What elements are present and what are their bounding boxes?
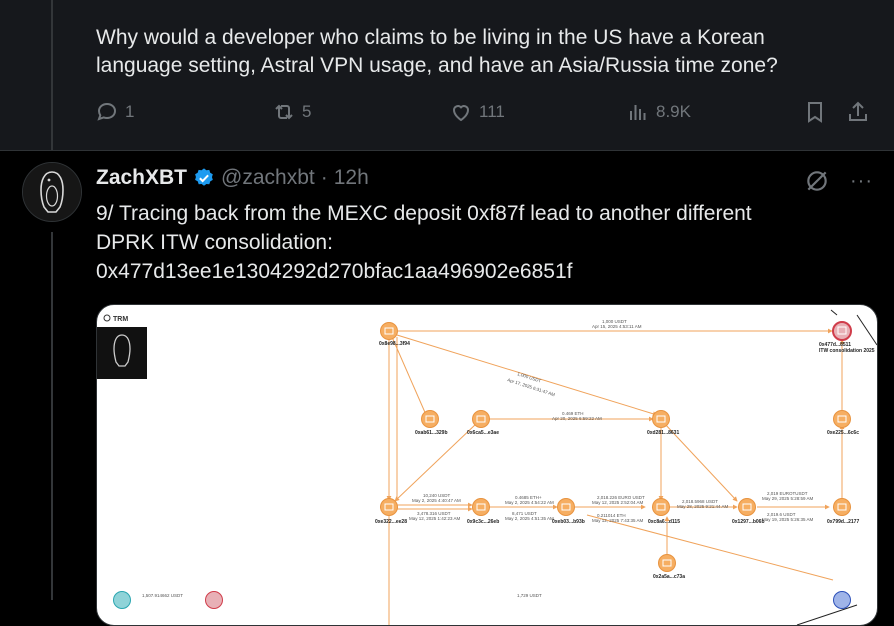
svg-text:Apr 15, 2025 4:53:11 AM: Apr 15, 2025 4:53:11 AM bbox=[592, 324, 642, 329]
trm-graph: TRM 1,000 USDT Apr 15, 2025 4:53:11 AM 1… bbox=[97, 309, 877, 625]
share-button[interactable] bbox=[846, 100, 870, 124]
tweet-timestamp[interactable]: 12h bbox=[334, 166, 369, 190]
previous-tweet-text: Why would a developer who claims to be l… bbox=[96, 26, 778, 77]
svg-text:0x6ca5...e3ae: 0x6ca5...e3ae bbox=[467, 430, 499, 436]
trm-brand: TRM bbox=[113, 316, 128, 323]
author-name[interactable]: ZachXBT bbox=[96, 166, 187, 190]
reply-count: 1 bbox=[125, 102, 135, 121]
external-edges bbox=[796, 309, 877, 625]
svg-text:ITW consolidation 2025: ITW consolidation 2025 bbox=[819, 348, 875, 354]
author-handle[interactable]: @zachxbt bbox=[221, 166, 315, 190]
repost-icon bbox=[275, 104, 293, 120]
svg-text:May 2, 2025 4:40:47 AM: May 2, 2025 4:40:47 AM bbox=[412, 498, 461, 503]
tweet-header: ZachXBT @zachxbt · 12h bbox=[96, 166, 369, 190]
svg-text:0x1297...b06b: 0x1297...b06b bbox=[732, 519, 765, 525]
tweet-top-actions: ··· bbox=[804, 168, 873, 194]
svg-text:0x8e98...3f94: 0x8e98...3f94 bbox=[379, 341, 410, 347]
svg-text:0xe225...6c6c: 0xe225...6c6c bbox=[827, 430, 859, 436]
tweet-text: 9/ Tracing back from the MEXC deposit 0x… bbox=[96, 199, 876, 286]
tweet-line-3[interactable]: 0x477d13ee1e1304292d270bfac1aa496902e685… bbox=[96, 257, 876, 286]
like-count: 111 bbox=[479, 102, 505, 121]
avatar-penguin-icon bbox=[23, 163, 81, 221]
svg-text:0x2a5a...c73a: 0x2a5a...c73a bbox=[653, 574, 685, 580]
graph-node-itw: 0x477d...8511 ITW consolidation 2025 bbox=[819, 321, 875, 354]
graph-node: 0x1297...b06b bbox=[732, 498, 765, 525]
view-count: 8.9K bbox=[656, 102, 691, 121]
graph-node-blue bbox=[833, 591, 851, 609]
repost-count: 5 bbox=[302, 102, 312, 121]
svg-text:May 19, 2025 5:26:35 AM: May 19, 2025 5:26:35 AM bbox=[762, 517, 814, 522]
graph-node-teal bbox=[113, 591, 131, 609]
like-button[interactable]: 111 bbox=[449, 100, 505, 124]
svg-text:1,507.914662 USDT: 1,507.914662 USDT bbox=[142, 593, 183, 598]
svg-text:0xc8a6...d115: 0xc8a6...d115 bbox=[648, 519, 680, 525]
repost-button[interactable]: 5 bbox=[272, 100, 311, 124]
svg-text:May 2, 2025 4:51:35 AM: May 2, 2025 4:51:35 AM bbox=[505, 516, 554, 521]
svg-text:May 12, 2025 2:52:04 AM: May 12, 2025 2:52:04 AM bbox=[592, 500, 644, 505]
svg-text:0xe322...ee28: 0xe322...ee28 bbox=[375, 519, 407, 525]
tweet-line-2: DPRK ITW consolidation: bbox=[96, 231, 333, 254]
heart-icon bbox=[452, 105, 470, 122]
graph-node: 0xe322...ee28 bbox=[375, 498, 407, 525]
edge bbox=[586, 514, 834, 581]
svg-text:0xab61...329b: 0xab61...329b bbox=[415, 430, 448, 436]
reply-icon bbox=[97, 102, 117, 121]
svg-text:0xeb03...b93b: 0xeb03...b93b bbox=[552, 519, 585, 525]
edge-labels: 1,000 USDT Apr 15, 2025 4:53:11 AM 1,000… bbox=[142, 319, 814, 598]
separator-dot: · bbox=[320, 166, 328, 189]
graph-node: 0xc8a6...d115 bbox=[648, 498, 680, 525]
graph-node: 0xe225...6c6c bbox=[827, 410, 859, 436]
graph-node: 0x6ca5...e3ae bbox=[467, 410, 499, 436]
grok-icon[interactable] bbox=[804, 168, 830, 194]
analytics-icon bbox=[630, 105, 646, 120]
bookmark-icon bbox=[808, 102, 822, 123]
tweet-media-image[interactable]: TRM 1,000 USDT Apr 15, 2025 4:53:11 AM 1… bbox=[96, 304, 878, 626]
embedded-penguin-avatar bbox=[97, 327, 147, 379]
svg-text:May 2, 2025 4:54:22 AM: May 2, 2025 4:54:22 AM bbox=[505, 500, 554, 505]
svg-text:May 12, 2025 7:43:35 AM: May 12, 2025 7:43:35 AM bbox=[592, 518, 644, 523]
graph-node: 0xd281...8631 bbox=[647, 410, 679, 436]
previous-tweet-actions: 1 5 111 8.9K bbox=[0, 100, 894, 130]
svg-text:May 29, 2025 5:28:59 AM: May 29, 2025 5:28:59 AM bbox=[762, 496, 814, 501]
svg-text:0xd281...8631: 0xd281...8631 bbox=[647, 430, 679, 436]
svg-text:0x9c3c...26eb: 0x9c3c...26eb bbox=[467, 519, 499, 525]
tweet-line-1: 9/ Tracing back from the MEXC deposit 0x… bbox=[96, 202, 752, 225]
svg-text:1,729 USDT: 1,729 USDT bbox=[517, 593, 542, 598]
verified-badge-icon[interactable] bbox=[193, 167, 215, 189]
graph-node: 0x9c3c...26eb bbox=[467, 498, 499, 525]
svg-text:May 12, 2025 1:42:23 AM: May 12, 2025 1:42:23 AM bbox=[409, 516, 461, 521]
thread-connector-below bbox=[51, 232, 53, 600]
trm-logo: TRM bbox=[103, 314, 128, 323]
graph-node: 0xeb03...b93b bbox=[552, 498, 585, 525]
svg-text:Apr 20, 2025 6:59:22 AM: Apr 20, 2025 6:59:22 AM bbox=[552, 416, 602, 421]
graph-node-red bbox=[205, 591, 223, 609]
more-options-button[interactable]: ··· bbox=[850, 170, 873, 193]
reply-button[interactable]: 1 bbox=[95, 100, 134, 124]
svg-text:May 28, 2025 9:21:44 AM: May 28, 2025 9:21:44 AM bbox=[677, 504, 729, 509]
graph-node: 0x8e98...3f94 bbox=[379, 322, 410, 347]
graph-node: 0x2a5a...c73a bbox=[653, 554, 685, 580]
graph-edges bbox=[386, 328, 845, 625]
previous-tweet[interactable]: Why would a developer who claims to be l… bbox=[0, 0, 894, 150]
graph-node: 0xab61...329b bbox=[415, 410, 448, 436]
share-icon bbox=[849, 101, 867, 121]
avatar[interactable] bbox=[22, 162, 82, 222]
tweet-divider bbox=[0, 150, 894, 151]
views-button[interactable]: 8.9K bbox=[626, 100, 691, 124]
bookmark-button[interactable] bbox=[803, 100, 827, 124]
svg-text:0x799d...2177: 0x799d...2177 bbox=[827, 519, 859, 525]
graph-node: 0x799d...2177 bbox=[827, 498, 859, 525]
